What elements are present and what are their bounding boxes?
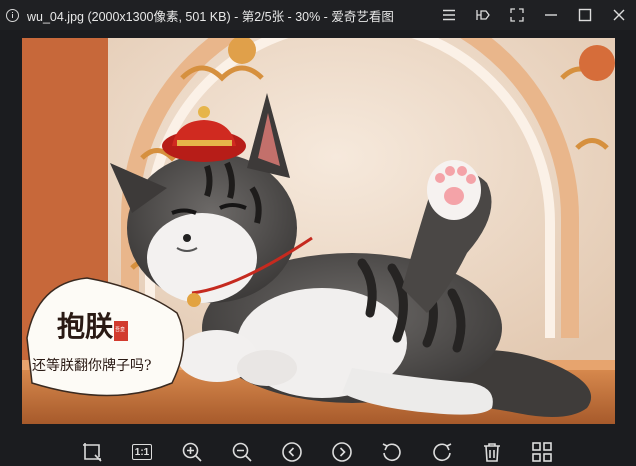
- image-viewer[interactable]: 抱朕 还等朕翻你牌子吗? 吾皇: [22, 38, 615, 424]
- sign-line1: 抱朕: [57, 310, 114, 343]
- info-icon[interactable]: [6, 8, 19, 22]
- maximize-icon[interactable]: [568, 0, 602, 30]
- grid-view-icon[interactable]: [530, 440, 554, 464]
- sign-stamp: 吾皇: [115, 326, 125, 333]
- minimize-icon[interactable]: [534, 0, 568, 30]
- actual-size-label: 1:1: [132, 444, 152, 460]
- sign-line2: 还等朕翻你牌子吗?: [32, 357, 152, 374]
- bottom-toolbar: 1:1: [0, 432, 636, 466]
- displayed-photo: 抱朕 还等朕翻你牌子吗? 吾皇: [22, 38, 615, 424]
- previous-icon[interactable]: [280, 440, 304, 464]
- crop-icon[interactable]: [80, 440, 104, 464]
- red-ornament: [579, 45, 615, 81]
- gold-coin: [187, 293, 201, 307]
- zoom-out-icon[interactable]: [230, 440, 254, 464]
- rotate-left-icon[interactable]: [380, 440, 404, 464]
- window-controls: [432, 0, 636, 30]
- rotate-right-icon[interactable]: [430, 440, 454, 464]
- menu-icon[interactable]: [432, 0, 466, 30]
- close-icon[interactable]: [602, 0, 636, 30]
- fullscreen-icon[interactable]: [500, 0, 534, 30]
- delete-icon[interactable]: [480, 440, 504, 464]
- window-title: wu_04.jpg (2000x1300像素, 501 KB) - 第2/5张 …: [27, 9, 394, 24]
- title-bar: wu_04.jpg (2000x1300像素, 501 KB) - 第2/5张 …: [0, 0, 636, 30]
- next-icon[interactable]: [330, 440, 354, 464]
- pin-icon[interactable]: [466, 0, 500, 30]
- actual-size-button[interactable]: 1:1: [130, 440, 154, 464]
- zoom-in-icon[interactable]: [180, 440, 204, 464]
